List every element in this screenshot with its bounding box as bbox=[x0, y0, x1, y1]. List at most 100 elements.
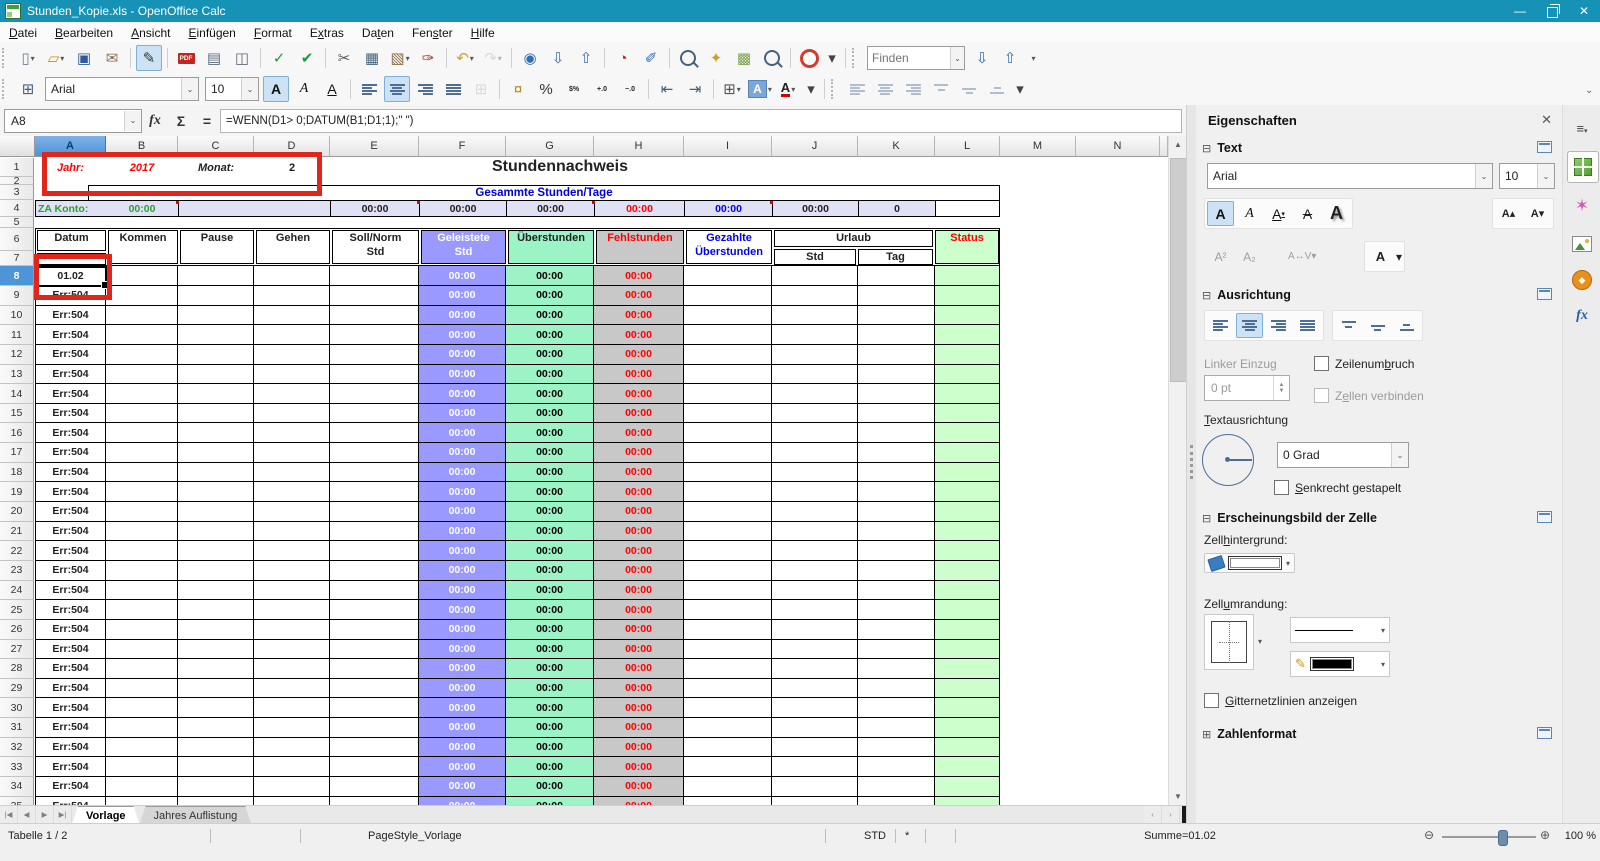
toolbar-overflow-button[interactable]: ▾ bbox=[803, 76, 819, 102]
cell-a18[interactable]: Err:504 bbox=[35, 462, 106, 483]
expand-icon[interactable]: ⊞ bbox=[1202, 728, 1211, 741]
cell-h15[interactable]: 00:00 bbox=[594, 403, 684, 424]
cell-c29[interactable] bbox=[178, 678, 254, 699]
column-header-f[interactable]: F bbox=[419, 136, 506, 157]
dialog-launcher-icon[interactable] bbox=[1537, 141, 1552, 153]
cell-i22[interactable] bbox=[684, 541, 772, 561]
cell-e19[interactable] bbox=[330, 482, 419, 503]
cell-k35[interactable] bbox=[858, 796, 935, 805]
row-header-3[interactable]: 3 bbox=[0, 185, 34, 200]
cell-c32[interactable] bbox=[178, 737, 254, 758]
table-row-28[interactable]: Err:504 00:00 00:00 00:00 bbox=[35, 659, 1001, 679]
data-rows[interactable]: 01.02 00:00 00:00 00:00 Err:504 00:00 00:00 00:… bbox=[35, 266, 1001, 805]
cell-h9[interactable]: 00:00 bbox=[594, 286, 684, 306]
zoom-button[interactable] bbox=[759, 45, 785, 71]
cell-d16[interactable] bbox=[254, 423, 330, 444]
cell-j33[interactable] bbox=[772, 757, 858, 778]
header-a7-cell[interactable] bbox=[37, 253, 106, 265]
cell-i12[interactable] bbox=[684, 344, 772, 365]
cell-h23[interactable]: 00:00 bbox=[594, 560, 684, 581]
currency-format-button[interactable]: ¤ bbox=[505, 76, 531, 102]
cell-c23[interactable] bbox=[178, 560, 254, 581]
cell-g8[interactable]: 00:00 bbox=[506, 266, 594, 286]
cell-c22[interactable] bbox=[178, 541, 254, 561]
summary-cell-f4[interactable]: 00:00 bbox=[420, 201, 507, 216]
cell-b31[interactable] bbox=[106, 718, 178, 738]
table-row-21[interactable]: Err:504 00:00 00:00 00:00 bbox=[35, 521, 1001, 542]
align-center-button[interactable] bbox=[1236, 313, 1263, 338]
menu-einfgen[interactable]: Einfügen bbox=[179, 24, 244, 42]
cell-a25[interactable]: Err:504 bbox=[35, 600, 106, 620]
row-header-2[interactable]: 2 bbox=[0, 177, 34, 185]
cell-g31[interactable]: 00:00 bbox=[506, 718, 594, 738]
cell-d1[interactable]: 2 bbox=[254, 158, 330, 177]
menu-bearbeiten[interactable]: Bearbeiten bbox=[46, 24, 122, 42]
menu-format[interactable]: Format bbox=[245, 24, 301, 42]
sidebar-close-icon[interactable]: ✕ bbox=[1541, 112, 1552, 128]
cell-f30[interactable]: 00:00 bbox=[419, 698, 506, 719]
chevron-down-icon[interactable]: ▾ bbox=[60, 54, 64, 63]
row-header-33[interactable]: 33 bbox=[0, 757, 34, 778]
cell-g18[interactable]: 00:00 bbox=[506, 462, 594, 483]
cell-k32[interactable] bbox=[858, 737, 935, 758]
cell-j17[interactable] bbox=[772, 443, 858, 463]
cell-k27[interactable] bbox=[858, 639, 935, 660]
cell-k17[interactable] bbox=[858, 443, 935, 463]
cell-b32[interactable] bbox=[106, 737, 178, 758]
cell-l9[interactable] bbox=[935, 286, 1000, 306]
cell-f13[interactable]: 00:00 bbox=[419, 364, 506, 385]
paste-button[interactable]: ▧ ▾ bbox=[387, 45, 413, 71]
help-button[interactable] bbox=[796, 45, 822, 71]
cell-g24[interactable]: 00:00 bbox=[506, 580, 594, 601]
cell-e26[interactable] bbox=[330, 619, 419, 640]
cell-c12[interactable] bbox=[178, 344, 254, 365]
cell-f9[interactable]: 00:00 bbox=[419, 286, 506, 306]
line-style-combo[interactable]: ▾ bbox=[1290, 617, 1390, 643]
table-row-11[interactable]: Err:504 00:00 00:00 00:00 bbox=[35, 325, 1001, 345]
cell-l28[interactable] bbox=[935, 659, 1000, 679]
cell-d28[interactable] bbox=[254, 659, 330, 679]
header-kommen[interactable]: Kommen bbox=[108, 230, 178, 264]
table-row-34[interactable]: Err:504 00:00 00:00 00:00 bbox=[35, 777, 1001, 797]
cell-e24[interactable] bbox=[330, 580, 419, 601]
cell-j32[interactable] bbox=[772, 737, 858, 758]
collapse-icon[interactable]: ⊟ bbox=[1202, 289, 1211, 302]
cell-a30[interactable]: Err:504 bbox=[35, 698, 106, 719]
cell-a15[interactable]: Err:504 bbox=[35, 403, 106, 424]
cell-h11[interactable]: 00:00 bbox=[594, 325, 684, 345]
cell-i16[interactable] bbox=[684, 423, 772, 444]
cell-d26[interactable] bbox=[254, 619, 330, 640]
dialog-launcher-icon[interactable] bbox=[1537, 511, 1552, 523]
table-row-23[interactable]: Err:504 00:00 00:00 00:00 bbox=[35, 560, 1001, 581]
align-right-button[interactable] bbox=[412, 76, 438, 102]
checkbox-icon[interactable] bbox=[1274, 480, 1289, 495]
cell-k11[interactable] bbox=[858, 325, 935, 345]
scroll-up-icon[interactable]: ▲ bbox=[1169, 136, 1187, 153]
cell-d11[interactable] bbox=[254, 325, 330, 345]
cell-j12[interactable] bbox=[772, 344, 858, 365]
cell-b11[interactable] bbox=[106, 325, 178, 345]
sidebar-font-name-combo[interactable]: Arial ⌄ bbox=[1207, 163, 1493, 189]
row-header-27[interactable]: 27 bbox=[0, 639, 34, 660]
cell-k18[interactable] bbox=[858, 462, 935, 483]
cell-h27[interactable]: 00:00 bbox=[594, 639, 684, 660]
cell-l35[interactable] bbox=[935, 796, 1000, 805]
cell-d29[interactable] bbox=[254, 678, 330, 699]
cell-d9[interactable] bbox=[254, 286, 330, 306]
row-header-19[interactable]: 19 bbox=[0, 482, 34, 503]
cell-f21[interactable]: 00:00 bbox=[419, 521, 506, 542]
align-right-button[interactable] bbox=[1265, 313, 1292, 338]
cell-g14[interactable]: 00:00 bbox=[506, 384, 594, 404]
summary-cell-k4[interactable]: 0 bbox=[859, 201, 936, 216]
cell-k33[interactable] bbox=[858, 757, 935, 778]
shadow-button[interactable]: A bbox=[1323, 201, 1350, 226]
cell-h24[interactable]: 00:00 bbox=[594, 580, 684, 601]
cell-f16[interactable]: 00:00 bbox=[419, 423, 506, 444]
cell-k25[interactable] bbox=[858, 600, 935, 620]
cell-i33[interactable] bbox=[684, 757, 772, 778]
cell-d33[interactable] bbox=[254, 757, 330, 778]
decrease-indent-button[interactable]: ⇤ bbox=[654, 76, 680, 102]
cell-i19[interactable] bbox=[684, 482, 772, 503]
cell-f18[interactable]: 00:00 bbox=[419, 462, 506, 483]
cell-i29[interactable] bbox=[684, 678, 772, 699]
